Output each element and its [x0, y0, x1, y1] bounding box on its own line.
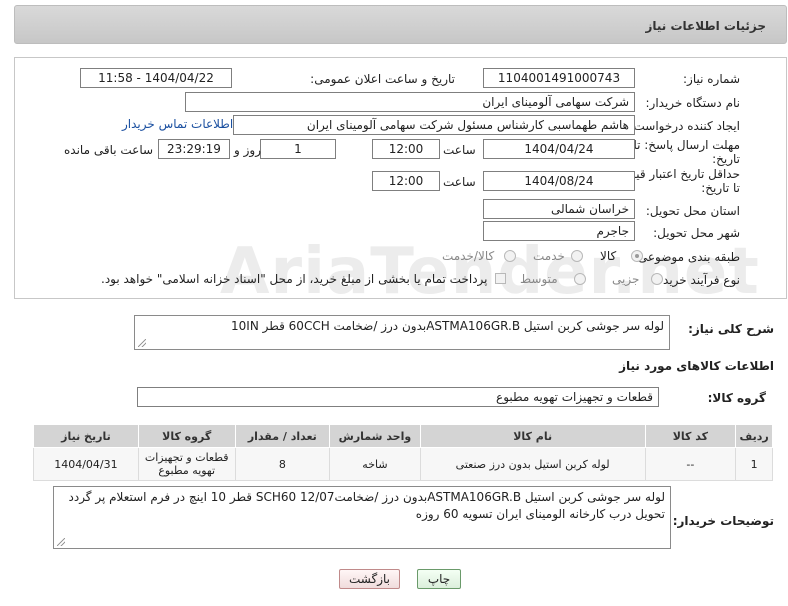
- buyer-org-label: نام دستگاه خریدار:: [645, 96, 741, 110]
- announce-field: 1404/04/22 - 11:58: [80, 68, 232, 88]
- price-date-field: 1404/08/24: [483, 171, 635, 191]
- cell-group: قطعات و تجهیزات تهویه مطبوع: [137, 447, 236, 481]
- buyer-contact-link[interactable]: اطلاعات تماس خریدار: [122, 117, 233, 131]
- table-row: 1 -- لوله کربن استیل بدون درز صنعتی شاخه…: [33, 447, 773, 481]
- reply-time-label: ساعت: [443, 143, 476, 157]
- col-code: کد کالا: [644, 424, 737, 448]
- category-radio-both[interactable]: [504, 250, 516, 262]
- province-label: استان محل تحویل:: [645, 204, 740, 218]
- reply-deadline-label-2: تاریخ:: [712, 152, 740, 166]
- remaining-time-field: 23:29:19: [158, 139, 230, 159]
- cell-qty: 8: [234, 447, 331, 481]
- treasury-payment-checkbox[interactable]: [495, 273, 506, 284]
- need-number-label: شماره نیاز:: [683, 72, 740, 86]
- remaining-time-label: ساعت باقی مانده: [64, 143, 154, 157]
- goods-group-field: قطعات و تجهیزات تهویه مطبوع: [137, 387, 659, 407]
- resize-grip-icon[interactable]: [57, 538, 65, 546]
- buyer-org-field: شرکت سهامی آلومینای ایران: [185, 92, 635, 112]
- buyer-notes-label: توضیحات خریدار:: [672, 514, 774, 528]
- price-time-label: ساعت: [443, 175, 476, 189]
- col-qty: تعداد / مقدار: [234, 424, 331, 448]
- category-label: طبقه بندی موضوعی:: [633, 250, 740, 264]
- days-label: روز و: [234, 143, 261, 157]
- page-header: جزئیات اطلاعات نیاز: [14, 5, 787, 44]
- price-deadline-label-2: تا تاریخ:: [701, 181, 740, 195]
- cell-unit: شاخه: [329, 447, 421, 481]
- price-time-field: 12:00: [372, 171, 440, 191]
- back-button[interactable]: بازگشت: [339, 569, 400, 589]
- treasury-payment-note: پرداخت تمام یا بخشی از مبلغ خرید، از محل…: [101, 272, 488, 286]
- city-label: شهر محل تحویل:: [653, 226, 740, 240]
- buyer-notes-text: لوله سر جوشی کربن استیل ASTMA106GR.Bبدون…: [68, 490, 666, 521]
- page-title: جزئیات اطلاعات نیاز: [645, 19, 766, 33]
- print-button[interactable]: چاپ: [417, 569, 461, 589]
- process-radio-medium[interactable]: [574, 273, 586, 285]
- process-radio-small[interactable]: [651, 273, 663, 285]
- category-option-service: خدمت: [533, 249, 565, 263]
- category-radio-service[interactable]: [571, 250, 583, 262]
- resize-grip-icon[interactable]: [138, 339, 146, 347]
- cell-name: لوله کربن استیل بدون درز صنعتی: [419, 447, 646, 481]
- reply-date-field: 1404/04/24: [483, 139, 635, 159]
- goods-table: ردیف کد کالا نام کالا واحد شمارش تعداد /…: [33, 424, 773, 481]
- goods-group-label: گروه کالا:: [707, 391, 766, 405]
- goods-table-header: ردیف کد کالا نام کالا واحد شمارش تعداد /…: [33, 424, 773, 448]
- col-group: گروه کالا: [137, 424, 236, 448]
- process-option-small: جزیی: [612, 272, 640, 286]
- description-text: لوله سر جوشی کربن استیل ASTMA106GR.Bبدون…: [231, 319, 664, 333]
- buyer-notes-textarea: لوله سر جوشی کربن استیل ASTMA106GR.Bبدون…: [53, 486, 671, 549]
- days-field: 1: [260, 139, 336, 159]
- col-index: ردیف: [735, 424, 773, 448]
- requester-label: ایجاد کننده درخواست:: [629, 119, 740, 133]
- reply-deadline-label: مهلت ارسال پاسخ: تا: [633, 138, 740, 152]
- col-name: نام کالا: [419, 424, 646, 448]
- goods-section-title: اطلاعات کالاهای مورد نیاز: [619, 359, 774, 373]
- category-radio-goods[interactable]: [631, 250, 643, 262]
- province-field: خراسان شمالی: [483, 199, 635, 219]
- need-number-field: 1104001491000743: [483, 68, 635, 88]
- cell-date: 1404/04/31: [33, 447, 139, 481]
- requester-field: هاشم طهماسبی کارشناس مسئول شرکت سهامی آل…: [233, 115, 635, 135]
- col-unit: واحد شمارش: [329, 424, 421, 448]
- process-label: نوع فرآیند خرید :: [655, 273, 740, 287]
- cell-code: --: [644, 447, 737, 481]
- announce-label: تاریخ و ساعت اعلان عمومی:: [310, 72, 455, 86]
- city-field: جاجرم: [483, 221, 635, 241]
- description-textarea: لوله سر جوشی کربن استیل ASTMA106GR.Bبدون…: [134, 315, 670, 350]
- category-option-both: کالا/خدمت: [442, 249, 495, 263]
- process-option-medium: متوسط: [520, 272, 558, 286]
- description-label: شرح کلی نیاز:: [688, 322, 774, 336]
- reply-time-field: 12:00: [372, 139, 440, 159]
- cell-index: 1: [735, 447, 773, 481]
- col-date: تاریخ نیاز: [33, 424, 139, 448]
- category-option-goods: کالا: [600, 249, 617, 263]
